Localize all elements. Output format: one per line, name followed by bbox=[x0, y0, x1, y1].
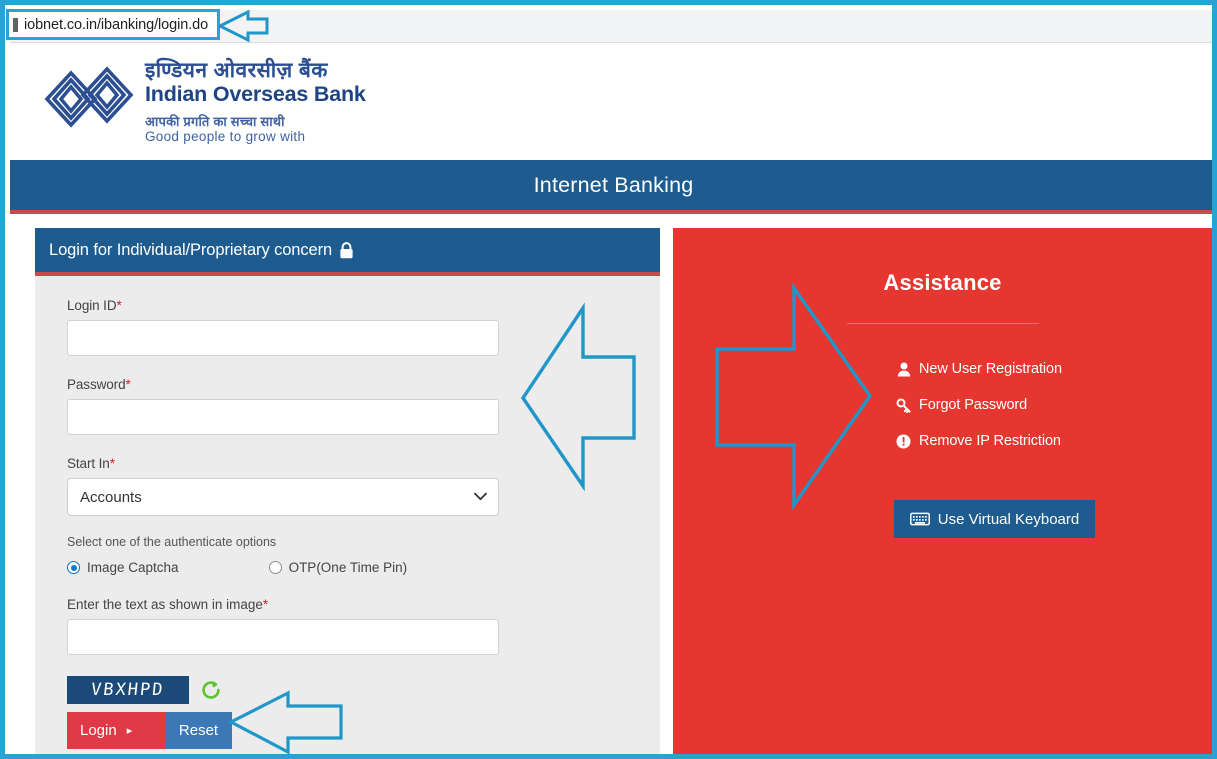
login-id-label: Login ID* bbox=[67, 298, 628, 313]
key-icon bbox=[894, 398, 913, 413]
login-form: Login ID* Password* Start In* Accounts S… bbox=[35, 276, 660, 749]
assistance-panel: Assistance New User Registration Forgot … bbox=[673, 228, 1212, 754]
assistance-title: Assistance bbox=[883, 270, 1002, 295]
use-virtual-keyboard-label: Use Virtual Keyboard bbox=[937, 510, 1080, 528]
radio-otp-label: OTP(One Time Pin) bbox=[288, 560, 408, 575]
page-body: Login for Individual/Proprietary concern… bbox=[10, 214, 1212, 754]
link-new-user-registration-label: New User Registration bbox=[919, 361, 1062, 377]
password-label-text: Password bbox=[67, 377, 126, 392]
login-id-input[interactable] bbox=[67, 320, 499, 356]
start-in-select[interactable]: Accounts bbox=[67, 478, 499, 516]
bank-name-hindi: इण्डियन ओवरसीज़ बैंक bbox=[145, 59, 328, 82]
radio-image-captcha-label: Image Captcha bbox=[87, 560, 179, 575]
radio-otp-indicator bbox=[268, 561, 282, 574]
login-id-label-text: Login ID bbox=[67, 298, 117, 313]
start-in-required-marker: * bbox=[109, 456, 115, 471]
login-button-label: Login bbox=[80, 722, 117, 739]
bank-tagline-english: Good people to grow with bbox=[145, 128, 306, 144]
user-icon bbox=[894, 362, 913, 377]
bank-name-english: Indian Overseas Bank bbox=[145, 82, 366, 106]
radio-otp[interactable]: OTP(One Time Pin) bbox=[268, 560, 408, 575]
keyboard-icon bbox=[909, 512, 930, 526]
bank-logo: इण्डियन ओवरसीज़ बैंक Indian Overseas Ban… bbox=[41, 51, 366, 147]
url-text: iobnet.co.in/ibanking/login.do bbox=[24, 16, 209, 33]
radio-image-captcha-indicator bbox=[67, 561, 80, 574]
assistance-links: New User Registration Forgot Password Re… bbox=[894, 361, 1212, 449]
start-in-label: Start In* bbox=[67, 456, 628, 471]
link-remove-ip-restriction-label: Remove IP Restriction bbox=[919, 433, 1061, 449]
reset-button-label: Reset bbox=[178, 722, 219, 739]
password-label: Password* bbox=[67, 377, 628, 392]
bank-tagline-hindi: आपकी प्रगति का सच्चा साथी bbox=[145, 113, 285, 129]
lock-icon bbox=[339, 241, 354, 259]
captcha-image: VBXHPD bbox=[67, 676, 189, 704]
page-title: Internet Banking bbox=[533, 172, 694, 197]
iob-double-diamond-logo-icon bbox=[44, 66, 134, 128]
login-button-caret-icon: ▸ bbox=[126, 725, 133, 737]
captcha-input-label-text: Enter the text as shown in image bbox=[67, 597, 263, 612]
password-required-marker: * bbox=[125, 377, 131, 392]
captcha-input[interactable] bbox=[67, 619, 499, 655]
refresh-icon[interactable] bbox=[200, 679, 222, 701]
browser-url-bar: iobnet.co.in/ibanking/login.do bbox=[6, 9, 1212, 43]
screenshot-frame: iobnet.co.in/ibanking/login.do इण्डियन ओ… bbox=[0, 0, 1217, 759]
reset-button[interactable]: Reset bbox=[165, 712, 232, 749]
use-virtual-keyboard-button[interactable]: Use Virtual Keyboard bbox=[894, 500, 1095, 538]
login-panel-title: Login for Individual/Proprietary concern bbox=[49, 240, 333, 259]
info-circle-icon bbox=[894, 434, 913, 449]
auth-options-label: Select one of the authenticate options bbox=[67, 535, 277, 549]
login-panel-header: Login for Individual/Proprietary concern bbox=[35, 228, 660, 272]
link-forgot-password[interactable]: Forgot Password bbox=[894, 397, 1212, 413]
link-new-user-registration[interactable]: New User Registration bbox=[894, 361, 1212, 377]
bank-header: इण्डियन ओवरसीज़ बैंक Indian Overseas Ban… bbox=[10, 43, 1212, 160]
form-buttons: Login ▸ Reset bbox=[67, 712, 628, 749]
captcha-input-label: Enter the text as shown in image* bbox=[67, 597, 628, 612]
radio-image-captcha[interactable]: Image Captcha bbox=[67, 560, 179, 575]
link-forgot-password-label: Forgot Password bbox=[919, 397, 1028, 413]
start-in-label-text: Start In bbox=[67, 456, 110, 471]
page-title-bar: Internet Banking bbox=[10, 160, 1212, 210]
captcha-row: VBXHPD bbox=[67, 676, 628, 704]
url-input[interactable]: iobnet.co.in/ibanking/login.do bbox=[6, 9, 220, 40]
captcha-required-marker: * bbox=[262, 597, 269, 612]
bank-logo-text: इण्डियन ओवरसीज़ बैंक Indian Overseas Ban… bbox=[145, 51, 366, 143]
login-id-required-marker: * bbox=[116, 298, 122, 313]
link-remove-ip-restriction[interactable]: Remove IP Restriction bbox=[894, 433, 1212, 449]
captcha-image-text: VBXHPD bbox=[90, 680, 166, 700]
password-input[interactable] bbox=[67, 399, 499, 435]
login-button[interactable]: Login ▸ bbox=[67, 712, 165, 749]
login-panel: Login for Individual/Proprietary concern… bbox=[35, 228, 660, 754]
start-in-selected-value: Accounts bbox=[67, 478, 499, 516]
page-favicon-stub bbox=[13, 17, 18, 32]
auth-options-group: Image Captcha OTP(One Time Pin) bbox=[67, 560, 628, 575]
assistance-divider bbox=[846, 323, 1039, 324]
